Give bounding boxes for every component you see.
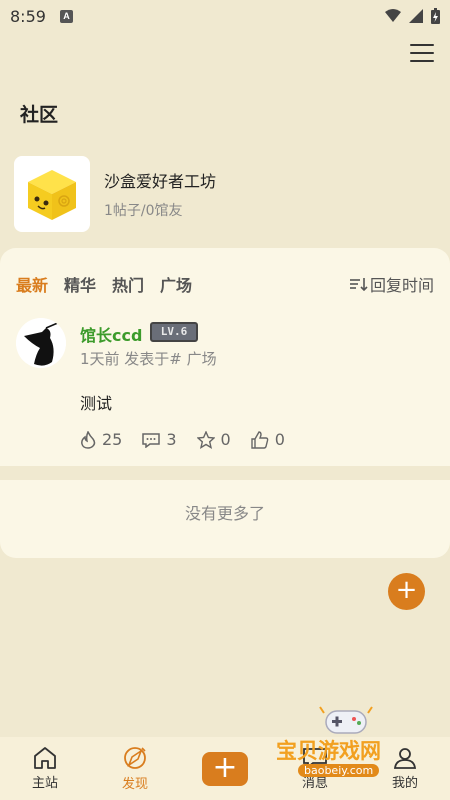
nav-post[interactable]: + — [190, 751, 260, 786]
star-icon — [196, 430, 215, 449]
post-item[interactable]: 馆长ccd LV.6 1天前 发表于# 广场 测试 25 3 0 0 — [0, 314, 450, 466]
user-icon — [393, 748, 417, 769]
post-username[interactable]: 馆长ccd — [80, 322, 142, 346]
group-logo — [14, 156, 90, 232]
nav-post-button: + — [202, 751, 248, 786]
group-name: 沙盒爱好者工坊 — [104, 172, 217, 191]
gamepad-icon — [319, 706, 373, 734]
create-post-fab[interactable]: + — [388, 573, 425, 610]
tab-latest[interactable]: 最新 — [16, 272, 48, 296]
feed-panel: 最新 精华 热门 广场 回复时间 馆长ccd LV.6 1天前 发表于# 广场 … — [0, 248, 450, 558]
post-body[interactable]: 测试 — [80, 390, 112, 414]
views-count: 25 — [102, 430, 123, 449]
wifi-icon — [385, 9, 401, 22]
sort-button[interactable]: 回复时间 — [349, 272, 434, 296]
home-icon — [34, 747, 56, 769]
avatar-silhouette-icon — [16, 318, 66, 368]
level-badge: LV.6 — [150, 322, 198, 342]
no-more-text: 没有更多了 — [184, 504, 265, 523]
tab-featured[interactable]: 精华 — [64, 272, 96, 296]
status-icons — [385, 8, 440, 24]
tab-plaza[interactable]: 广场 — [160, 272, 192, 296]
battery-icon — [431, 8, 440, 24]
group-stats: 1帖子/0馆友 — [104, 203, 183, 219]
nav-messages-label: 消息 — [301, 776, 328, 791]
feed-tabs: 最新 精华 热门 广场 — [16, 272, 192, 296]
group-info: 沙盒爱好者工坊 1帖子/0馆友 — [104, 168, 216, 220]
menu-button[interactable] — [410, 44, 434, 66]
sandbox-cube-icon — [28, 170, 76, 220]
post-actions: 25 3 0 0 — [80, 430, 285, 449]
nav-home[interactable]: 主站 — [10, 746, 80, 791]
comment-button[interactable]: 3 — [142, 430, 177, 449]
menu-icon-bar — [410, 44, 434, 46]
nav-discover[interactable]: 发现 — [100, 745, 170, 792]
compass-icon — [124, 747, 146, 769]
page-title: 社区 — [20, 104, 59, 126]
nav-home-label: 主站 — [31, 776, 58, 791]
nav-messages[interactable]: 消息 — [280, 746, 350, 791]
status-bar: 8:59 A — [0, 0, 450, 32]
sort-icon — [349, 278, 368, 291]
tab-hot[interactable]: 热门 — [112, 272, 144, 296]
like-count: 0 — [274, 430, 285, 449]
avatar[interactable] — [16, 318, 66, 368]
menu-icon-bar — [410, 52, 434, 54]
comment-count: 3 — [166, 430, 177, 449]
nav-mine-label: 我的 — [391, 776, 418, 791]
menu-icon-bar — [410, 60, 434, 62]
sort-label: 回复时间 — [369, 276, 434, 295]
signal-icon — [409, 9, 423, 23]
message-icon — [303, 748, 327, 769]
comment-icon — [142, 432, 161, 448]
favorite-count: 0 — [220, 430, 231, 449]
thumbs-up-icon — [251, 430, 269, 449]
nav-mine[interactable]: 我的 — [370, 746, 440, 791]
nav-discover-label: 发现 — [121, 777, 148, 792]
bottom-nav: 主站 发现 + 消息 我的 — [0, 737, 450, 800]
divider — [0, 466, 450, 480]
status-time: 8:59 — [10, 6, 46, 26]
group-card[interactable]: 沙盒爱好者工坊 1帖子/0馆友 — [14, 156, 216, 232]
favorite-button[interactable]: 0 — [196, 430, 231, 449]
notification-icon: A — [59, 9, 73, 23]
flame-icon — [81, 430, 96, 449]
views-stat: 25 — [80, 430, 122, 449]
like-button[interactable]: 0 — [251, 430, 285, 449]
post-meta: 1天前 发表于# 广场 — [80, 350, 217, 368]
